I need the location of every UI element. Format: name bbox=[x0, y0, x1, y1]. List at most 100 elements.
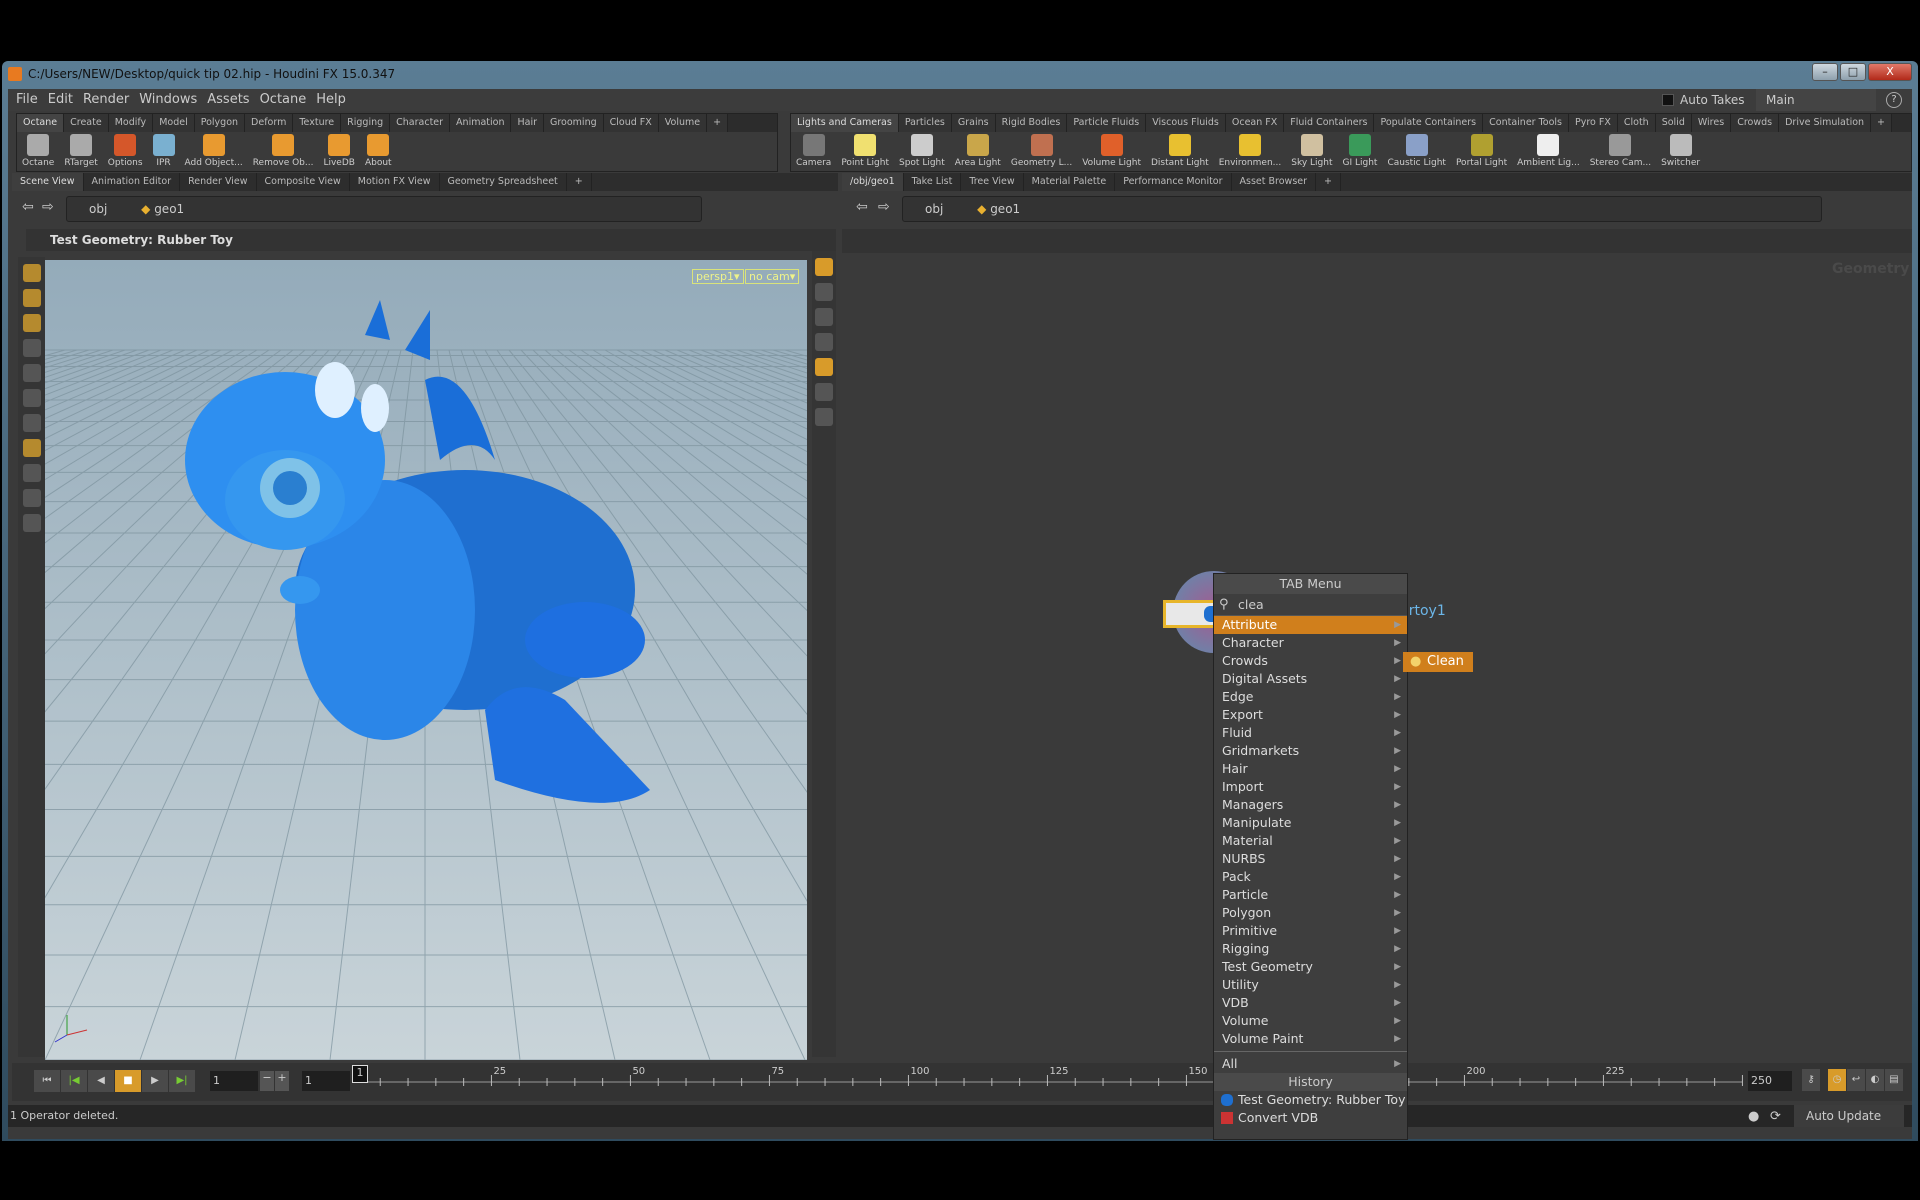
tab-menu-item[interactable]: Manipulate ▶ bbox=[1214, 814, 1407, 832]
shelf-tab[interactable]: Container Tools bbox=[1483, 114, 1569, 132]
close-button[interactable]: X bbox=[1868, 63, 1912, 81]
shelf-tab[interactable]: Solid bbox=[1655, 114, 1692, 132]
pane-tab[interactable]: Animation Editor bbox=[84, 173, 181, 191]
path-obj[interactable]: obj bbox=[925, 202, 943, 216]
pane-tab[interactable]: + bbox=[1316, 173, 1341, 191]
shelf-tab[interactable]: Pyro FX bbox=[1569, 114, 1618, 132]
tab-menu-item[interactable]: Pack ▶ bbox=[1214, 868, 1407, 886]
tab-menu-item[interactable]: Attribute ▶ bbox=[1214, 616, 1407, 634]
shelf-tab[interactable]: Rigging bbox=[341, 114, 391, 132]
tab-menu-item[interactable]: Managers ▶ bbox=[1214, 796, 1407, 814]
lock-icon[interactable] bbox=[815, 283, 833, 301]
shelf-tool[interactable]: Caustic Light bbox=[1387, 134, 1446, 168]
tab-menu-item[interactable]: Character ▶ bbox=[1214, 634, 1407, 652]
forward-arrow-icon[interactable]: ⇨ bbox=[42, 199, 54, 215]
refresh-icon[interactable]: ⟳ bbox=[1770, 1106, 1790, 1128]
shelf-tool[interactable]: Ambient Lig... bbox=[1517, 134, 1580, 168]
pointer-icon[interactable] bbox=[22, 339, 41, 357]
shelf-tab[interactable]: Ocean FX bbox=[1225, 114, 1285, 132]
shelf-tool[interactable]: Geometry L... bbox=[1011, 134, 1072, 168]
3d-viewport[interactable]: persp1▾ no cam▾ bbox=[0, 260, 1920, 1061]
pane-tab[interactable]: Geometry Spreadsheet bbox=[440, 173, 567, 191]
pane-tab[interactable]: /obj/geo1 bbox=[842, 173, 904, 191]
tab-menu-item[interactable]: Rigging ▶ bbox=[1214, 940, 1407, 958]
key-icon[interactable]: ⚷ bbox=[1802, 1069, 1820, 1091]
minimize-button[interactable]: – bbox=[1812, 63, 1838, 81]
shelf-tab[interactable]: Grains bbox=[951, 114, 996, 132]
pane-tab[interactable]: Take List bbox=[904, 173, 962, 191]
camera-menu[interactable]: no cam▾ bbox=[745, 269, 800, 284]
shelf-tab[interactable]: Polygon bbox=[194, 114, 246, 132]
paint-icon[interactable] bbox=[22, 414, 41, 432]
shelf-tool[interactable]: IPR bbox=[152, 134, 175, 168]
shelf-tool[interactable]: Remove Ob... bbox=[253, 134, 313, 168]
desktop-select[interactable]: Main bbox=[1756, 89, 1876, 111]
shelf-tool[interactable]: Spot Light bbox=[899, 134, 945, 168]
shelf-tool[interactable]: Switcher bbox=[1661, 134, 1700, 168]
pane-tab[interactable]: Motion FX View bbox=[350, 173, 440, 191]
shelf-tab[interactable]: Particle Fluids bbox=[1067, 114, 1147, 132]
tab-menu-item[interactable]: Test Geometry ▶ bbox=[1214, 958, 1407, 976]
shelf-tool[interactable]: Camera bbox=[796, 134, 831, 168]
update-mode-select[interactable]: Auto Update bbox=[1794, 1105, 1904, 1127]
shelf-tab[interactable]: Hair bbox=[511, 114, 544, 132]
tab-menu-search[interactable]: ⚲ clea bbox=[1214, 594, 1407, 616]
audio-icon[interactable]: ◐ bbox=[1866, 1069, 1884, 1091]
realtime-icon[interactable]: ◷ bbox=[1828, 1069, 1846, 1091]
tab-menu-item[interactable]: Gridmarkets ▶ bbox=[1214, 742, 1407, 760]
shelf-tab[interactable]: Character bbox=[390, 114, 451, 132]
shelf-tab[interactable]: Texture bbox=[293, 114, 342, 132]
maximize-button[interactable]: □ bbox=[1840, 63, 1866, 81]
view-icon[interactable] bbox=[22, 464, 41, 482]
move-tool-icon[interactable] bbox=[22, 289, 41, 307]
shelf-tool[interactable]: Add Object... bbox=[185, 134, 243, 168]
clean-suggestion-button[interactable]: ● Clean bbox=[1403, 652, 1473, 672]
shelf-tab[interactable]: Viscous Fluids bbox=[1146, 114, 1226, 132]
persp-menu[interactable]: persp1▾ bbox=[692, 269, 744, 284]
pane-tab[interactable]: Tree View bbox=[961, 173, 1024, 191]
path-obj[interactable]: obj bbox=[89, 202, 107, 216]
right-path-bar[interactable]: obj ◆ geo1 bbox=[902, 196, 1822, 222]
tab-menu-item[interactable]: Edge ▶ bbox=[1214, 688, 1407, 706]
shelf-tab[interactable]: Populate Containers bbox=[1374, 114, 1484, 132]
menu-windows[interactable]: Windows bbox=[139, 92, 197, 107]
timeline-ruler[interactable]: 25 50 75 100 125 150 200 225 bbox=[12, 1063, 1912, 1101]
tab-menu-item[interactable]: Volume Paint ▶ bbox=[1214, 1030, 1407, 1048]
shading-icon[interactable] bbox=[815, 333, 833, 351]
ghost-icon[interactable] bbox=[815, 408, 833, 426]
menu-render[interactable]: Render bbox=[83, 92, 129, 107]
tab-menu-item[interactable]: Material ▶ bbox=[1214, 832, 1407, 850]
shelf-tab[interactable]: Lights and Cameras bbox=[791, 114, 899, 132]
shelf-tab[interactable]: Deform bbox=[245, 114, 294, 132]
history-item[interactable]: Test Geometry: Rubber Toy bbox=[1214, 1091, 1407, 1109]
shelf-tool[interactable]: Area Light bbox=[955, 134, 1001, 168]
search-input[interactable]: clea bbox=[1238, 597, 1264, 612]
tab-menu-item-all[interactable]: All ▶ bbox=[1214, 1055, 1407, 1073]
shelf-tab[interactable]: Animation bbox=[450, 114, 512, 132]
shelf-tool[interactable]: Options bbox=[108, 134, 143, 168]
path-geo1[interactable]: geo1 bbox=[990, 202, 1020, 216]
shelf-tab[interactable]: Fluid Containers bbox=[1284, 114, 1375, 132]
shelf-tool[interactable]: Volume Light bbox=[1082, 134, 1141, 168]
loop-icon[interactable]: ↩ bbox=[1847, 1069, 1865, 1091]
shelf-tool[interactable]: Octane bbox=[22, 134, 54, 168]
pose-icon[interactable] bbox=[22, 439, 41, 457]
help-icon[interactable]: ? bbox=[1886, 92, 1902, 108]
path-geo1[interactable]: geo1 bbox=[154, 202, 184, 216]
shelf-tab[interactable]: + bbox=[707, 114, 729, 132]
pane-tab[interactable]: Render View bbox=[180, 173, 257, 191]
tab-menu-item[interactable]: Utility ▶ bbox=[1214, 976, 1407, 994]
shelf-tab[interactable]: Cloud FX bbox=[603, 114, 659, 132]
tab-menu-item[interactable]: VDB ▶ bbox=[1214, 994, 1407, 1012]
light-icon[interactable] bbox=[815, 308, 833, 326]
tab-menu-item[interactable]: Polygon ▶ bbox=[1214, 904, 1407, 922]
left-path-bar[interactable]: obj ◆ geo1 bbox=[66, 196, 702, 222]
handle-icon[interactable] bbox=[22, 364, 41, 382]
shelf-tab[interactable]: Modify bbox=[108, 114, 154, 132]
tab-menu-item[interactable]: Import ▶ bbox=[1214, 778, 1407, 796]
menu-edit[interactable]: Edit bbox=[48, 92, 73, 107]
shelf-tab[interactable]: Wires bbox=[1691, 114, 1732, 132]
tab-menu-item[interactable]: Fluid ▶ bbox=[1214, 724, 1407, 742]
shelf-tab[interactable]: Rigid Bodies bbox=[995, 114, 1068, 132]
rotate-tool-icon[interactable] bbox=[22, 314, 41, 332]
